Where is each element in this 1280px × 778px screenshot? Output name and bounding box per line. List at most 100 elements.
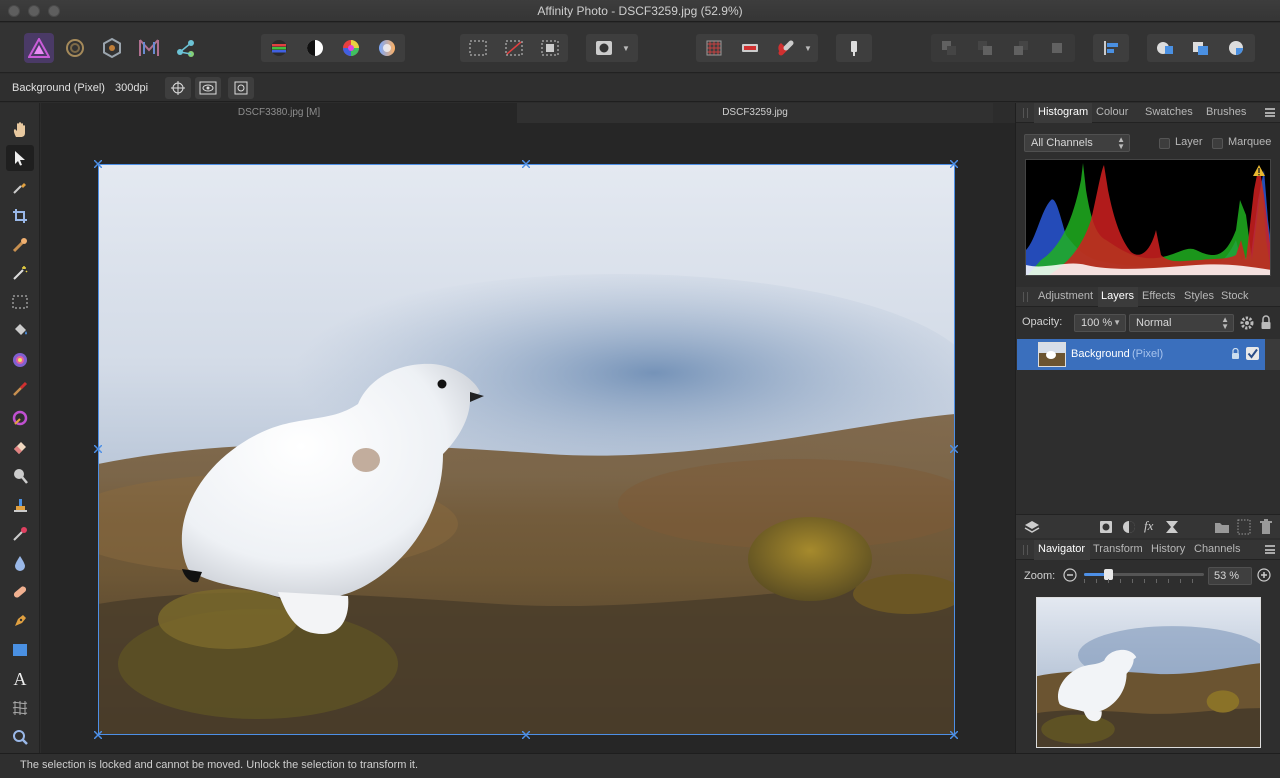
canvas-area[interactable]	[41, 123, 1015, 753]
layer-row-background[interactable]: Background (Pixel)	[1017, 339, 1265, 370]
intersect-shape-icon[interactable]	[1219, 34, 1255, 62]
zoom-value-field[interactable]: 53 %	[1208, 567, 1252, 585]
trash-icon[interactable]	[1260, 519, 1272, 538]
zoom-in-icon[interactable]	[1257, 568, 1271, 585]
clone-brush-icon[interactable]	[6, 492, 34, 518]
selection-brush-icon[interactable]	[6, 232, 34, 258]
move-to-front-icon[interactable]	[1039, 34, 1075, 62]
move-back-one-icon[interactable]	[967, 34, 1003, 62]
zoom-tool-icon[interactable]	[6, 724, 34, 750]
align-icon[interactable]	[1093, 34, 1129, 62]
move-to-back-icon[interactable]	[931, 34, 967, 62]
select-all-icon[interactable]	[460, 34, 496, 62]
move-tool-icon[interactable]	[6, 145, 34, 171]
tab-history[interactable]: History	[1151, 543, 1185, 555]
selection-handle[interactable]	[94, 445, 102, 453]
transform-origin-icon[interactable]	[165, 77, 191, 99]
blend-mode-select[interactable]: Normal ▲ ▼	[1129, 314, 1234, 332]
fx-icon[interactable]: fx	[1144, 518, 1153, 534]
chevron-down-icon[interactable]: ▼	[804, 44, 818, 53]
zoom-out-icon[interactable]	[1063, 568, 1077, 585]
quick-mask-icon[interactable]	[586, 34, 622, 62]
add-pixel-layer-icon[interactable]	[1237, 519, 1251, 538]
navigator-preview[interactable]	[1036, 597, 1261, 748]
mask-layer-icon[interactable]	[1099, 520, 1113, 537]
move-forward-one-icon[interactable]	[1003, 34, 1039, 62]
chevron-down-icon[interactable]: ▼	[622, 44, 636, 53]
document-tab-1[interactable]: DSCF3380.jpg [M]	[41, 103, 517, 123]
selection-handle[interactable]	[94, 160, 102, 168]
channel-select[interactable]: All Channels ▲ ▼	[1024, 134, 1130, 152]
pen-tool-icon[interactable]	[6, 608, 34, 634]
develop-persona-icon[interactable]	[97, 33, 127, 63]
snapping-magnet-icon[interactable]	[768, 34, 804, 62]
selection-handle[interactable]	[950, 731, 958, 739]
marquee-checkbox[interactable]	[1212, 138, 1223, 149]
add-shape-icon[interactable]	[1147, 34, 1183, 62]
panel-menu-icon[interactable]	[1265, 108, 1275, 117]
gradient-tool-icon[interactable]	[6, 347, 34, 373]
subtract-shape-icon[interactable]	[1183, 34, 1219, 62]
mesh-warp-icon[interactable]	[6, 695, 34, 721]
panel-grip-icon[interactable]	[1023, 545, 1028, 555]
tab-styles[interactable]: Styles	[1184, 290, 1214, 302]
white-balance-icon[interactable]	[369, 34, 405, 62]
panel-menu-icon[interactable]	[1265, 545, 1275, 554]
layer-visibility-checkbox[interactable]	[1246, 347, 1259, 360]
tone-mapping-persona-icon[interactable]	[134, 33, 164, 63]
live-filter-icon[interactable]	[1165, 520, 1179, 537]
text-tool-icon[interactable]: A	[6, 666, 34, 692]
grid-icon[interactable]	[696, 34, 732, 62]
tab-transform[interactable]: Transform	[1093, 543, 1143, 555]
deselect-icon[interactable]	[496, 34, 532, 62]
tab-navigator[interactable]: Navigator	[1038, 543, 1085, 555]
layers-stack-icon[interactable]	[1024, 519, 1040, 538]
hsl-icon[interactable]	[333, 34, 369, 62]
panel-grip-icon[interactable]	[1023, 108, 1028, 118]
adjustment-layer-icon[interactable]	[1122, 520, 1136, 537]
tab-effects[interactable]: Effects	[1142, 290, 1175, 302]
tab-adjustment[interactable]: Adjustment	[1038, 290, 1093, 302]
selection-handle[interactable]	[950, 445, 958, 453]
tab-layers[interactable]: Layers	[1101, 290, 1134, 302]
rotate-bounding-box-icon[interactable]	[228, 77, 254, 99]
crop-tool-icon[interactable]	[6, 203, 34, 229]
tab-stock[interactable]: Stock	[1221, 290, 1249, 302]
tab-histogram[interactable]: Histogram	[1038, 106, 1088, 118]
tab-swatches[interactable]: Swatches	[1145, 106, 1193, 118]
healing-brush-icon[interactable]	[6, 579, 34, 605]
tab-brushes[interactable]: Brushes	[1206, 106, 1246, 118]
flood-select-icon[interactable]	[6, 260, 34, 286]
colour-picker-icon[interactable]	[6, 174, 34, 200]
colour-replacement-icon[interactable]	[6, 405, 34, 431]
layer-checkbox[interactable]	[1159, 138, 1170, 149]
flood-fill-icon[interactable]	[6, 318, 34, 344]
selection-handle[interactable]	[950, 160, 958, 168]
opacity-select[interactable]: 100 % ▼	[1074, 314, 1126, 332]
selection-handle[interactable]	[522, 731, 530, 739]
rectangular-marquee-icon[interactable]	[6, 289, 34, 315]
smudge-brush-icon[interactable]	[6, 521, 34, 547]
erase-brush-icon[interactable]	[6, 434, 34, 460]
assistant-icon[interactable]	[732, 34, 768, 62]
liquify-persona-icon[interactable]	[60, 33, 90, 63]
lock-icon[interactable]	[1260, 315, 1272, 333]
export-persona-icon[interactable]	[171, 33, 201, 63]
blur-brush-icon[interactable]	[6, 550, 34, 576]
layers-scrollbar[interactable]	[1265, 339, 1280, 370]
show-bounding-box-icon[interactable]	[195, 77, 221, 99]
gear-icon[interactable]	[1240, 316, 1254, 333]
dodge-brush-icon[interactable]	[6, 463, 34, 489]
tab-colour[interactable]: Colour	[1096, 106, 1128, 118]
layer-lock-icon[interactable]	[1231, 347, 1240, 363]
invert-selection-icon[interactable]	[532, 34, 568, 62]
paint-brush-icon[interactable]	[6, 376, 34, 402]
selection-handle[interactable]	[522, 160, 530, 168]
photo-persona-icon[interactable]	[24, 33, 54, 63]
document-tab-2[interactable]: DSCF3259.jpg	[517, 103, 993, 123]
tab-channels[interactable]: Channels	[1194, 543, 1240, 555]
levels-icon[interactable]	[261, 34, 297, 62]
zoom-slider[interactable]	[1084, 569, 1204, 580]
panel-grip-icon[interactable]	[1023, 292, 1028, 302]
black-and-white-icon[interactable]	[297, 34, 333, 62]
